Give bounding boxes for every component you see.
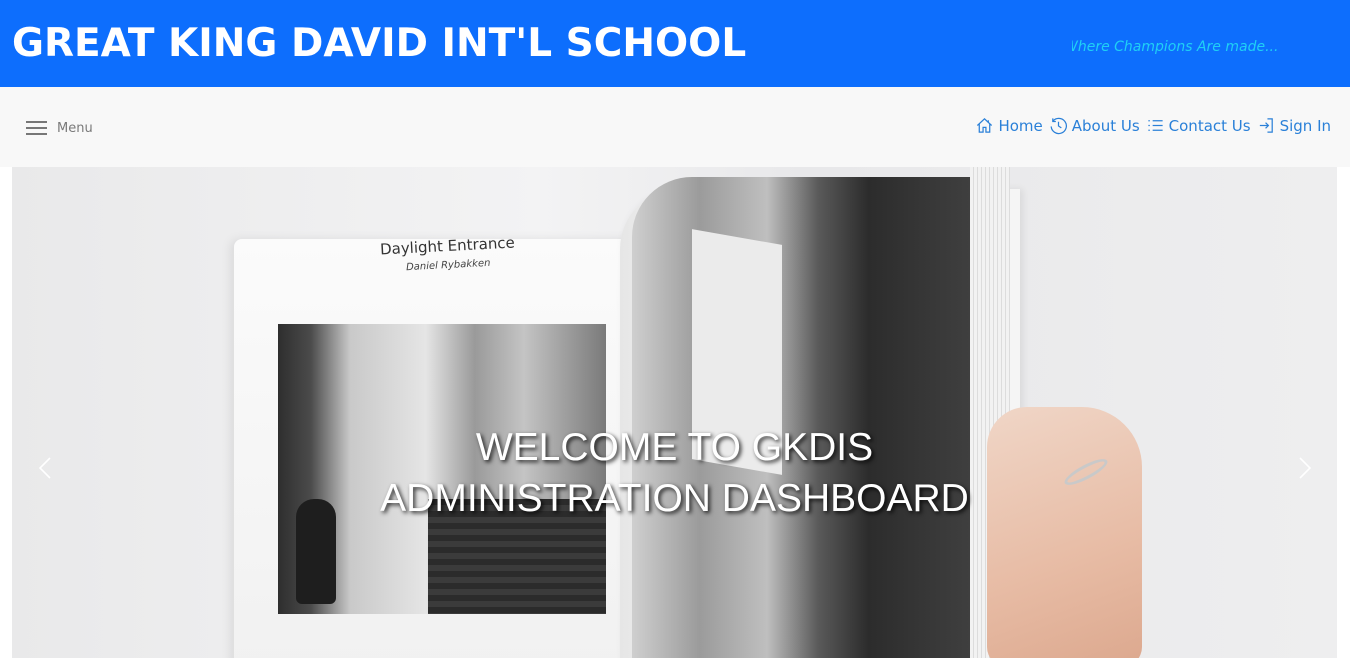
menu-label: Menu <box>57 120 93 136</box>
home-icon <box>977 118 993 133</box>
sign-in-icon <box>1259 118 1273 133</box>
nav-link-contact-label: Contact Us <box>1168 116 1251 135</box>
motto-marquee: Where Champions Are made... <box>1072 36 1312 58</box>
chevron-right-icon <box>1299 457 1312 479</box>
motto-text: Where Champions Are made... <box>1072 39 1279 55</box>
nav-link-home-label: Home <box>998 116 1043 135</box>
hero-carousel: Daylight Entrance Daniel Rybakken WELCOM… <box>12 167 1337 658</box>
nav-link-contact[interactable]: Contact Us <box>1146 116 1251 135</box>
site-header: GREAT KING DAVID INT'L SCHOOL Where Cham… <box>0 0 1350 87</box>
navbar: Menu Home About Us Contact Us Sign In <box>0 87 1350 167</box>
book-photo-right <box>632 177 970 658</box>
carousel-next-button[interactable] <box>1290 450 1320 486</box>
hamburger-icon <box>26 120 47 136</box>
nav-link-about[interactable]: About Us <box>1049 116 1140 135</box>
menu-toggle-button[interactable]: Menu <box>26 117 93 139</box>
nav-link-signin[interactable]: Sign In <box>1257 116 1331 135</box>
slide-image: Daylight Entrance Daniel Rybakken <box>12 167 1337 658</box>
carousel-caption: WELCOME TO GKDIS ADMINISTRATION DASHBOAR… <box>12 422 1337 524</box>
nav-link-about-label: About Us <box>1071 116 1140 135</box>
nav-link-home[interactable]: Home <box>975 116 1043 135</box>
history-icon <box>1050 117 1067 135</box>
chevron-left-icon <box>38 457 51 479</box>
caption-line-1: WELCOME TO GKDIS <box>475 426 874 469</box>
carousel-prev-button[interactable] <box>30 450 60 486</box>
school-title: GREAT KING DAVID INT'L SCHOOL <box>12 21 747 66</box>
nav-links: Home About Us Contact Us Sign In <box>975 116 1331 135</box>
caption-line-2: ADMINISTRATION DASHBOARD <box>380 477 969 520</box>
nav-link-signin-label: Sign In <box>1279 116 1331 135</box>
list-icon <box>1148 120 1163 131</box>
